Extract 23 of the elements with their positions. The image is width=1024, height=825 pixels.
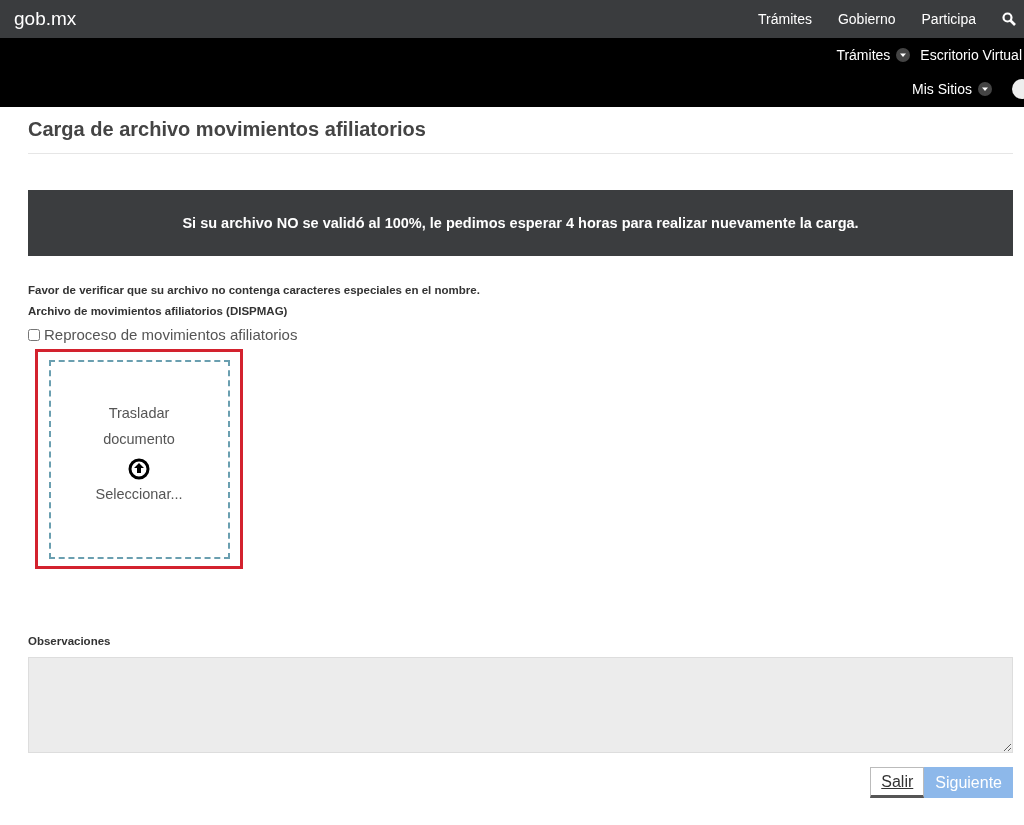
menu-link[interactable]: Mis Sitios <box>912 81 972 97</box>
checkbox[interactable] <box>28 328 40 341</box>
notice-text: Favor de verificar que su archivo no contenga caracteres especiales en el nombre. <box>28 284 481 296</box>
observations-field[interactable] <box>28 657 1013 753</box>
nav-link[interactable]: Trámites <box>758 11 812 27</box>
nav-link[interactable]: Participa <box>921 11 976 27</box>
search-icon[interactable] <box>1002 12 1016 26</box>
form-button[interactable]: Salir <box>870 767 925 798</box>
drop-zone[interactable]: Trasladar documento Seleccionar... <box>48 359 230 559</box>
checkbox-label[interactable]: Reproceso de movimientos afiliatorios <box>44 326 298 343</box>
menu-link[interactable]: Escritorio Virtual <box>920 47 1022 63</box>
nav-link[interactable]: Gobierno <box>837 11 896 27</box>
drop-zone-title: Trasladar documento <box>103 404 175 449</box>
field-label: Observaciones <box>28 635 112 647</box>
page-title: Carga de archivo movimientos afiliatorios <box>28 117 427 141</box>
dropdown-icon[interactable] <box>978 82 992 96</box>
field-label: Archivo de movimientos afiliatorios (DISPMAG) <box>28 305 289 317</box>
menu-link[interactable]: Trámites <box>836 47 891 63</box>
warning-banner: Si su archivo NO se validó al 100%, le pedimos esperar 4 horas para realizar nuevamente la carga. <box>28 190 1013 256</box>
select-link[interactable]: Seleccionar... <box>95 486 183 502</box>
upload-icon <box>128 458 150 480</box>
dropdown-icon[interactable] <box>896 48 911 62</box>
logo[interactable]: gob.mx <box>14 8 77 30</box>
